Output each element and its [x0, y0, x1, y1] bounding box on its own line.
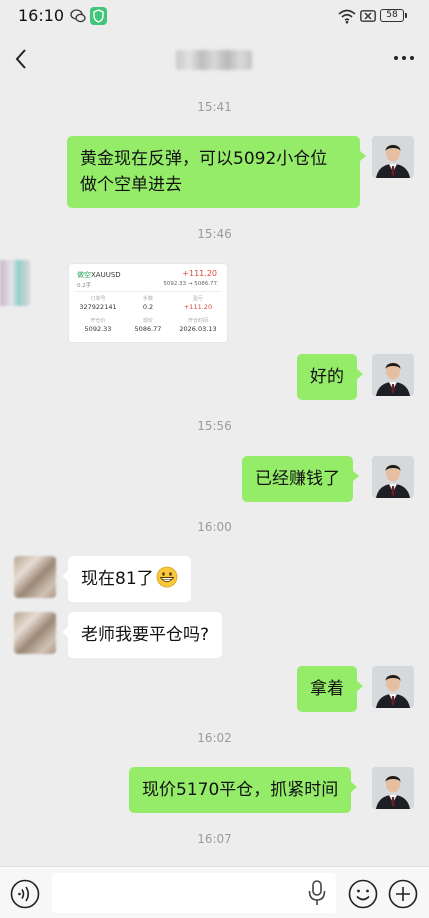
avatar-other[interactable]: [14, 612, 56, 654]
contact-name: [176, 50, 252, 70]
voice-icon[interactable]: [10, 879, 40, 909]
avatar-me[interactable]: [372, 136, 414, 178]
message-bubble-me[interactable]: 黄金现在反弹，可以5092小仓位 做个空单进去: [67, 136, 366, 208]
timestamp: 15:46: [197, 227, 232, 241]
back-icon[interactable]: [10, 46, 34, 72]
trade-cell: 现价 5086.77: [134, 318, 162, 333]
message-text-line: 做个空单进去: [80, 175, 182, 195]
mic-icon[interactable]: [306, 879, 328, 907]
trade-screenshot-image[interactable]: 做空XAUUSD +111.20 0.2手 5092.33 → 5086.77 …: [68, 263, 228, 343]
message-bubble-me[interactable]: 已经赚钱了: [242, 456, 359, 502]
message-text-line: 好的: [310, 367, 344, 387]
avatar-man-in-suit-icon: [372, 666, 414, 708]
avatar-me[interactable]: [372, 354, 414, 396]
message-bubble-me[interactable]: 好的: [297, 354, 363, 400]
trade-profit: +111.20: [182, 269, 217, 278]
message-text-line: 已经赚钱了: [255, 469, 340, 489]
trade-symbol: 做空XAUUSD: [77, 271, 121, 279]
emoji-icon[interactable]: [348, 879, 378, 909]
avatar-me[interactable]: [372, 767, 414, 809]
grinning-face-icon: [156, 566, 178, 588]
avatar-man-in-suit-icon: [372, 354, 414, 396]
sim-off-icon: [360, 10, 376, 22]
divider: [75, 291, 221, 292]
avatar-other[interactable]: [0, 260, 30, 306]
trade-cell: 开仓时间 2026.03.13: [179, 318, 217, 333]
message-text-line: 现在81了: [81, 569, 154, 589]
wechat-icon: [70, 9, 86, 23]
avatar-man-in-suit-icon: [372, 456, 414, 498]
message-bubble-me[interactable]: 现价5170平仓，抓紧时间: [129, 767, 358, 813]
message-list[interactable]: 15:41 黄金现在反弹，可以5092小仓位 做个空单进去 15:46 做空XA…: [0, 86, 429, 866]
battery-icon: 58: [380, 9, 407, 22]
shield-icon: [90, 7, 107, 25]
status-bar: 16:10 58: [0, 0, 429, 34]
message-text-line: 现价5170平仓，抓紧时间: [142, 780, 339, 800]
input-bar: [0, 866, 429, 918]
message-text-line: 拿着: [310, 679, 344, 699]
avatar-man-in-suit-icon: [372, 136, 414, 178]
message-bubble-other[interactable]: 老师我要平仓吗?: [61, 612, 223, 658]
trade-price-range: 5092.33 → 5086.77: [163, 281, 217, 287]
timestamp: 16:00: [197, 520, 232, 534]
avatar-man-in-suit-icon: [372, 767, 414, 809]
timestamp: 16:07: [197, 832, 232, 846]
avatar-me[interactable]: [372, 666, 414, 708]
more-icon[interactable]: [392, 48, 416, 68]
plus-icon[interactable]: [388, 879, 418, 909]
avatar-me[interactable]: [372, 456, 414, 498]
timestamp: 15:41: [197, 100, 232, 114]
message-text-line: 老师我要平仓吗?: [81, 625, 210, 645]
message-input[interactable]: [52, 873, 336, 913]
trade-lots: 0.2手: [77, 283, 92, 289]
wifi-icon: [338, 9, 356, 24]
chat-header: [0, 34, 429, 86]
avatar-other[interactable]: [14, 556, 56, 598]
message-bubble-me[interactable]: 拿着: [297, 666, 363, 712]
status-time: 16:10: [18, 6, 65, 25]
trade-cell: 盈亏 +111.20: [183, 296, 213, 311]
trade-cell: 手数 0.2: [142, 296, 154, 311]
trade-cell: 订单号 327922141: [79, 296, 117, 311]
trade-cell: 开仓价 5092.33: [84, 318, 112, 333]
message-text-line: 黄金现在反弹，可以5092小仓位: [80, 149, 328, 169]
timestamp: 16:02: [197, 731, 232, 745]
timestamp: 15:56: [197, 419, 232, 433]
message-bubble-other[interactable]: 现在81了: [62, 556, 191, 602]
